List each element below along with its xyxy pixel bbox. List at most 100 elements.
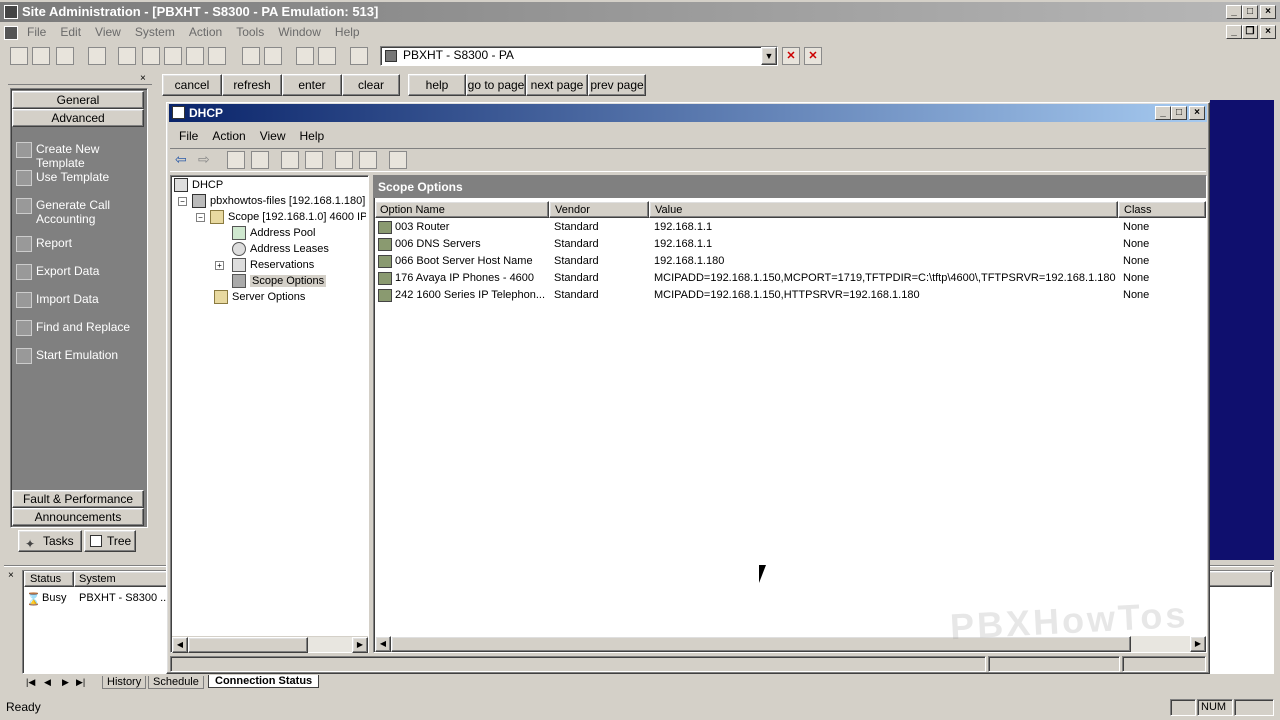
- col-vendor[interactable]: Vendor: [549, 201, 649, 218]
- options-icon[interactable]: [389, 151, 407, 169]
- clear-button[interactable]: clear: [342, 74, 400, 96]
- properties-icon[interactable]: [359, 151, 377, 169]
- detail-view-icon[interactable]: [264, 47, 282, 65]
- task-generate-call-accounting[interactable]: Generate Call Accounting: [14, 198, 142, 226]
- mdi-restore-button[interactable]: ❐: [1242, 25, 1258, 39]
- menu-system[interactable]: System: [128, 25, 182, 39]
- prev-page-button[interactable]: prev page: [588, 74, 646, 96]
- help-button[interactable]: help: [408, 74, 466, 96]
- scroll-left-icon[interactable]: ◀: [375, 636, 391, 652]
- properties-icon[interactable]: [208, 47, 226, 65]
- forward-arrow-icon[interactable]: ⇨: [198, 151, 210, 168]
- help-icon[interactable]: [335, 151, 353, 169]
- chevron-down-icon[interactable]: ▼: [761, 47, 777, 65]
- tab-history[interactable]: History: [102, 676, 147, 689]
- disconnect-icon[interactable]: ✕: [782, 47, 800, 65]
- sidebar-general-button[interactable]: General: [12, 91, 144, 109]
- status-panel-close-icon[interactable]: ×: [8, 570, 14, 581]
- cut-icon[interactable]: [118, 47, 136, 65]
- task-start-emulation[interactable]: Start Emulation: [14, 348, 142, 376]
- mdi-close-button[interactable]: ×: [1260, 25, 1276, 39]
- scroll-left-icon[interactable]: ◀: [172, 637, 188, 653]
- status-col-header[interactable]: Status: [24, 571, 74, 587]
- export-icon[interactable]: [350, 47, 368, 65]
- dhcp-maximize-button[interactable]: □: [1171, 106, 1187, 120]
- task-import-data[interactable]: Import Data: [14, 292, 142, 320]
- menu-help[interactable]: Help: [328, 25, 367, 39]
- collapse-icon[interactable]: −: [196, 213, 205, 222]
- status-row[interactable]: ⌛ Busy PBXHT - S8300 ...: [26, 590, 186, 606]
- tab-connection-status[interactable]: Connection Status: [208, 675, 320, 688]
- tree-node-server-options[interactable]: Server Options: [214, 289, 305, 305]
- menu-tools[interactable]: Tools: [229, 25, 271, 39]
- dhcp-menu-help[interactable]: Help: [293, 129, 332, 143]
- prev-tab-icon[interactable]: ◀: [44, 677, 51, 688]
- table-row[interactable]: 176 Avaya IP Phones - 4600 Standard MCIP…: [376, 270, 1206, 287]
- table-row[interactable]: 066 Boot Server Host Name Standard 192.1…: [376, 253, 1206, 270]
- save-icon[interactable]: [56, 47, 74, 65]
- menu-edit[interactable]: Edit: [53, 25, 88, 39]
- sidebar-advanced-button[interactable]: Advanced: [12, 109, 144, 127]
- task-create-new-template[interactable]: Create New Template: [14, 142, 142, 170]
- dhcp-menu-view[interactable]: View: [253, 129, 293, 143]
- task-export-data[interactable]: Export Data: [14, 264, 142, 292]
- tab-tree[interactable]: Tree: [84, 530, 136, 552]
- preview-icon[interactable]: [296, 47, 314, 65]
- sidebar-announcements-button[interactable]: Announcements: [12, 508, 144, 526]
- scroll-right-icon[interactable]: ▶: [1190, 636, 1206, 652]
- go-to-page-button[interactable]: go to page: [466, 74, 526, 96]
- last-tab-icon[interactable]: ▶|: [76, 677, 85, 688]
- tree-node-server[interactable]: − pbxhowtos-files [192.168.1.180]: [178, 193, 366, 209]
- delete-icon[interactable]: [186, 47, 204, 65]
- export-list-icon[interactable]: [305, 151, 323, 169]
- cancel-button[interactable]: cancel: [162, 74, 222, 96]
- menu-window[interactable]: Window: [271, 25, 328, 39]
- list-view-icon[interactable]: [242, 47, 260, 65]
- task-report[interactable]: Report: [14, 236, 142, 264]
- next-tab-icon[interactable]: ▶: [62, 677, 69, 688]
- paste-icon[interactable]: [164, 47, 182, 65]
- collapse-icon[interactable]: −: [178, 197, 187, 206]
- task-find-and-replace[interactable]: Find and Replace: [14, 320, 142, 348]
- next-page-button[interactable]: next page: [526, 74, 588, 96]
- task-use-template[interactable]: Use Template: [14, 170, 142, 198]
- first-tab-icon[interactable]: |◀: [26, 677, 35, 688]
- app-close-button[interactable]: ×: [1260, 5, 1276, 19]
- tree-node-scope-options[interactable]: Scope Options: [232, 273, 327, 289]
- tree-node-scope[interactable]: − Scope [192.168.1.0] 4600 IP: [196, 209, 366, 225]
- tree-hscrollbar[interactable]: ◀ ▶: [172, 636, 368, 653]
- tree-node-dhcp[interactable]: DHCP: [174, 177, 223, 193]
- dhcp-close-button[interactable]: ×: [1189, 106, 1205, 120]
- connection-select[interactable]: PBXHT - S8300 - PA ▼: [380, 46, 778, 66]
- tree-node-address-pool[interactable]: Address Pool: [232, 225, 315, 241]
- sidebar-fault-button[interactable]: Fault & Performance: [12, 490, 144, 508]
- col-class[interactable]: Class: [1118, 201, 1206, 218]
- app-maximize-button[interactable]: □: [1242, 5, 1258, 19]
- dhcp-minimize-button[interactable]: _: [1155, 106, 1171, 120]
- back-arrow-icon[interactable]: ⇦: [175, 151, 187, 168]
- expand-icon[interactable]: +: [215, 261, 224, 270]
- dhcp-menu-action[interactable]: Action: [205, 129, 252, 143]
- table-row[interactable]: 006 DNS Servers Standard 192.168.1.1 Non…: [376, 236, 1206, 253]
- sidebar-close-icon[interactable]: ×: [140, 73, 146, 84]
- tree-node-reservations[interactable]: + Reservations: [215, 257, 314, 273]
- refresh-button[interactable]: refresh: [222, 74, 282, 96]
- dhcp-menu-file[interactable]: File: [172, 129, 205, 143]
- mdi-minimize-button[interactable]: _: [1226, 25, 1242, 39]
- print-icon[interactable]: [88, 47, 106, 65]
- refresh-icon[interactable]: [281, 151, 299, 169]
- print-setup-icon[interactable]: [318, 47, 336, 65]
- disconnect-all-icon[interactable]: ✕: [804, 47, 822, 65]
- new-icon[interactable]: [10, 47, 28, 65]
- up-folder-icon[interactable]: [227, 151, 245, 169]
- tree-node-address-leases[interactable]: Address Leases: [232, 241, 329, 257]
- table-row[interactable]: 242 1600 Series IP Telephon... Standard …: [376, 287, 1206, 304]
- menu-action[interactable]: Action: [182, 25, 229, 39]
- col-value[interactable]: Value: [649, 201, 1118, 218]
- tab-tasks[interactable]: ✦ Tasks: [18, 530, 82, 552]
- tab-schedule[interactable]: Schedule: [148, 676, 204, 689]
- scroll-thumb[interactable]: [188, 637, 308, 653]
- col-option-name[interactable]: Option Name: [375, 201, 549, 218]
- menu-view[interactable]: View: [88, 25, 128, 39]
- enter-button[interactable]: enter: [282, 74, 342, 96]
